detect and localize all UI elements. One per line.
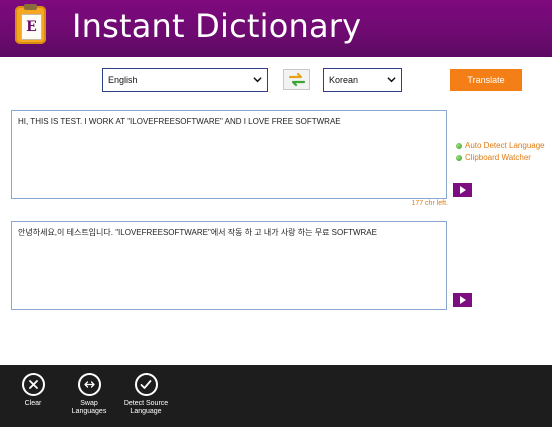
dictionary-logo-icon: E [15, 4, 46, 44]
swap-circle [77, 373, 101, 396]
clear-label: Clear [24, 400, 42, 407]
green-dot-icon [456, 154, 462, 161]
swap-icon [83, 381, 95, 388]
chevron-down-icon [253, 77, 262, 83]
clear-button[interactable]: Clear [1, 373, 65, 408]
play-icon [459, 186, 466, 194]
auto-detect-label: Auto Detect Language [465, 141, 545, 150]
detect-source-language-button[interactable]: Detect Source Language [114, 373, 178, 416]
detect-label: Detect Source Language [123, 400, 169, 415]
detect-circle [134, 373, 158, 396]
clear-circle [21, 373, 45, 396]
swap-languages-button[interactable] [283, 69, 310, 90]
green-dot-icon [456, 142, 462, 149]
clipboard-watcher-label: Clipboard Watcher [465, 153, 531, 162]
source-language-select[interactable]: English [102, 68, 268, 92]
translate-button[interactable]: Translate [450, 69, 522, 91]
swap-arrows-icon [288, 72, 305, 87]
app-header: E Instant Dictionary [0, 0, 552, 57]
char-counter: 177 chr left. [411, 200, 448, 207]
chevron-down-icon [387, 77, 396, 83]
translation-output[interactable]: 안녕하세요,이 테스트입니다. "ILOVEFREESOFTWARE"에서 작동… [11, 221, 447, 310]
swap-languages-appbar-button[interactable]: Swap Languages [57, 373, 121, 416]
checkmark-icon [140, 380, 152, 389]
clipboard-watcher-option[interactable]: Clipboard Watcher [456, 153, 531, 162]
auto-detect-option[interactable]: Auto Detect Language [456, 141, 545, 150]
logo-clip [24, 4, 37, 10]
swap-label: Swap Languages [71, 400, 107, 415]
source-text-input[interactable]: HI, THIS IS TEST. I WORK AT "ILOVEFREESO… [11, 110, 447, 199]
logo-paper: E [21, 14, 42, 40]
source-language-value: English [108, 75, 138, 85]
target-language-value: Korean [329, 75, 359, 85]
app-bar: Clear Swap Languages Detect Source Langu… [0, 365, 552, 427]
close-icon [28, 380, 38, 389]
target-language-select[interactable]: Korean [323, 68, 402, 92]
play-icon [459, 296, 466, 304]
speak-source-button[interactable] [453, 183, 472, 197]
speak-translation-button[interactable] [453, 293, 472, 307]
app-title: Instant Dictionary [72, 7, 362, 45]
